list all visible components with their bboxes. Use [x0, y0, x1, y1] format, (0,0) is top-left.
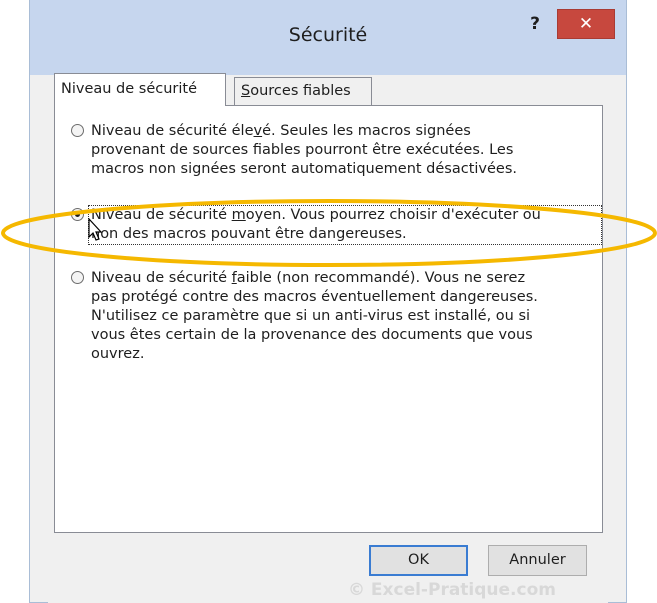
tab-trusted-sources[interactable]: Sources fiables — [234, 77, 372, 106]
ok-button[interactable]: OK — [369, 545, 468, 576]
tab-security-level[interactable]: Niveau de sécurité — [54, 73, 226, 106]
close-button[interactable]: ✕ — [557, 9, 615, 39]
tab-trusted-sources-accel: S — [241, 83, 251, 99]
option-high-text: Niveau de sécurité élevé. Seules les mac… — [91, 122, 591, 179]
tab-security-level-label: Niveau de sécurité — [61, 81, 198, 97]
option-high-line2: provenant de sources fiables pourront êt… — [91, 142, 514, 158]
option-medium-line1a: Niveau de sécurité — [91, 207, 232, 223]
option-high-accel: v — [253, 123, 263, 139]
option-low-line1b: aible (non recommandé). Vous ne serez — [236, 270, 526, 286]
cancel-button[interactable]: Annuler — [488, 545, 587, 576]
option-low-line4: vous êtes certain de la provenance des d… — [91, 327, 533, 343]
option-low-line3: N'utilisez ce paramètre que si un anti-v… — [91, 308, 531, 324]
tab-trusted-sources-label: ources fiables — [250, 83, 351, 99]
option-low-line2: pas protégé contre des macros éventuelle… — [91, 289, 538, 305]
mouse-cursor-icon — [88, 218, 103, 241]
help-button[interactable]: ? — [522, 12, 548, 38]
option-medium-line2: non des macros pouvant être dangereuses. — [91, 226, 407, 242]
option-high-line3: macros non signées seront automatiquemen… — [91, 161, 518, 177]
dialog-client: Niveau de sécurité Sources fiables Nivea… — [48, 73, 608, 603]
option-medium-text: Niveau de sécurité moyen. Vous pourrez c… — [88, 205, 602, 245]
option-high-line1b: é. Seules les macros signées — [262, 123, 471, 139]
watermark: © Excel-Pratique.com — [348, 580, 556, 600]
security-dialog: Sécurité ? ✕ Niveau de sécurité Sources … — [29, 0, 627, 603]
option-high-line1a: Niveau de sécurité éle — [91, 123, 254, 139]
security-level-panel: Niveau de sécurité élevé. Seules les mac… — [54, 105, 603, 533]
option-low-line1a: Niveau de sécurité — [91, 270, 232, 286]
radio-medium[interactable] — [71, 208, 84, 221]
option-medium-line1b: oyen. Vous pourrez choisir d'exécuter ou — [245, 207, 541, 223]
radio-high[interactable] — [71, 124, 84, 137]
radio-low[interactable] — [71, 271, 84, 284]
option-low-text: Niveau de sécurité faible (non recommand… — [91, 269, 591, 364]
option-low-line5: ouvrez. — [91, 346, 145, 362]
option-medium-accel: m — [231, 207, 246, 223]
title-bar: Sécurité ? ✕ — [30, 0, 626, 75]
